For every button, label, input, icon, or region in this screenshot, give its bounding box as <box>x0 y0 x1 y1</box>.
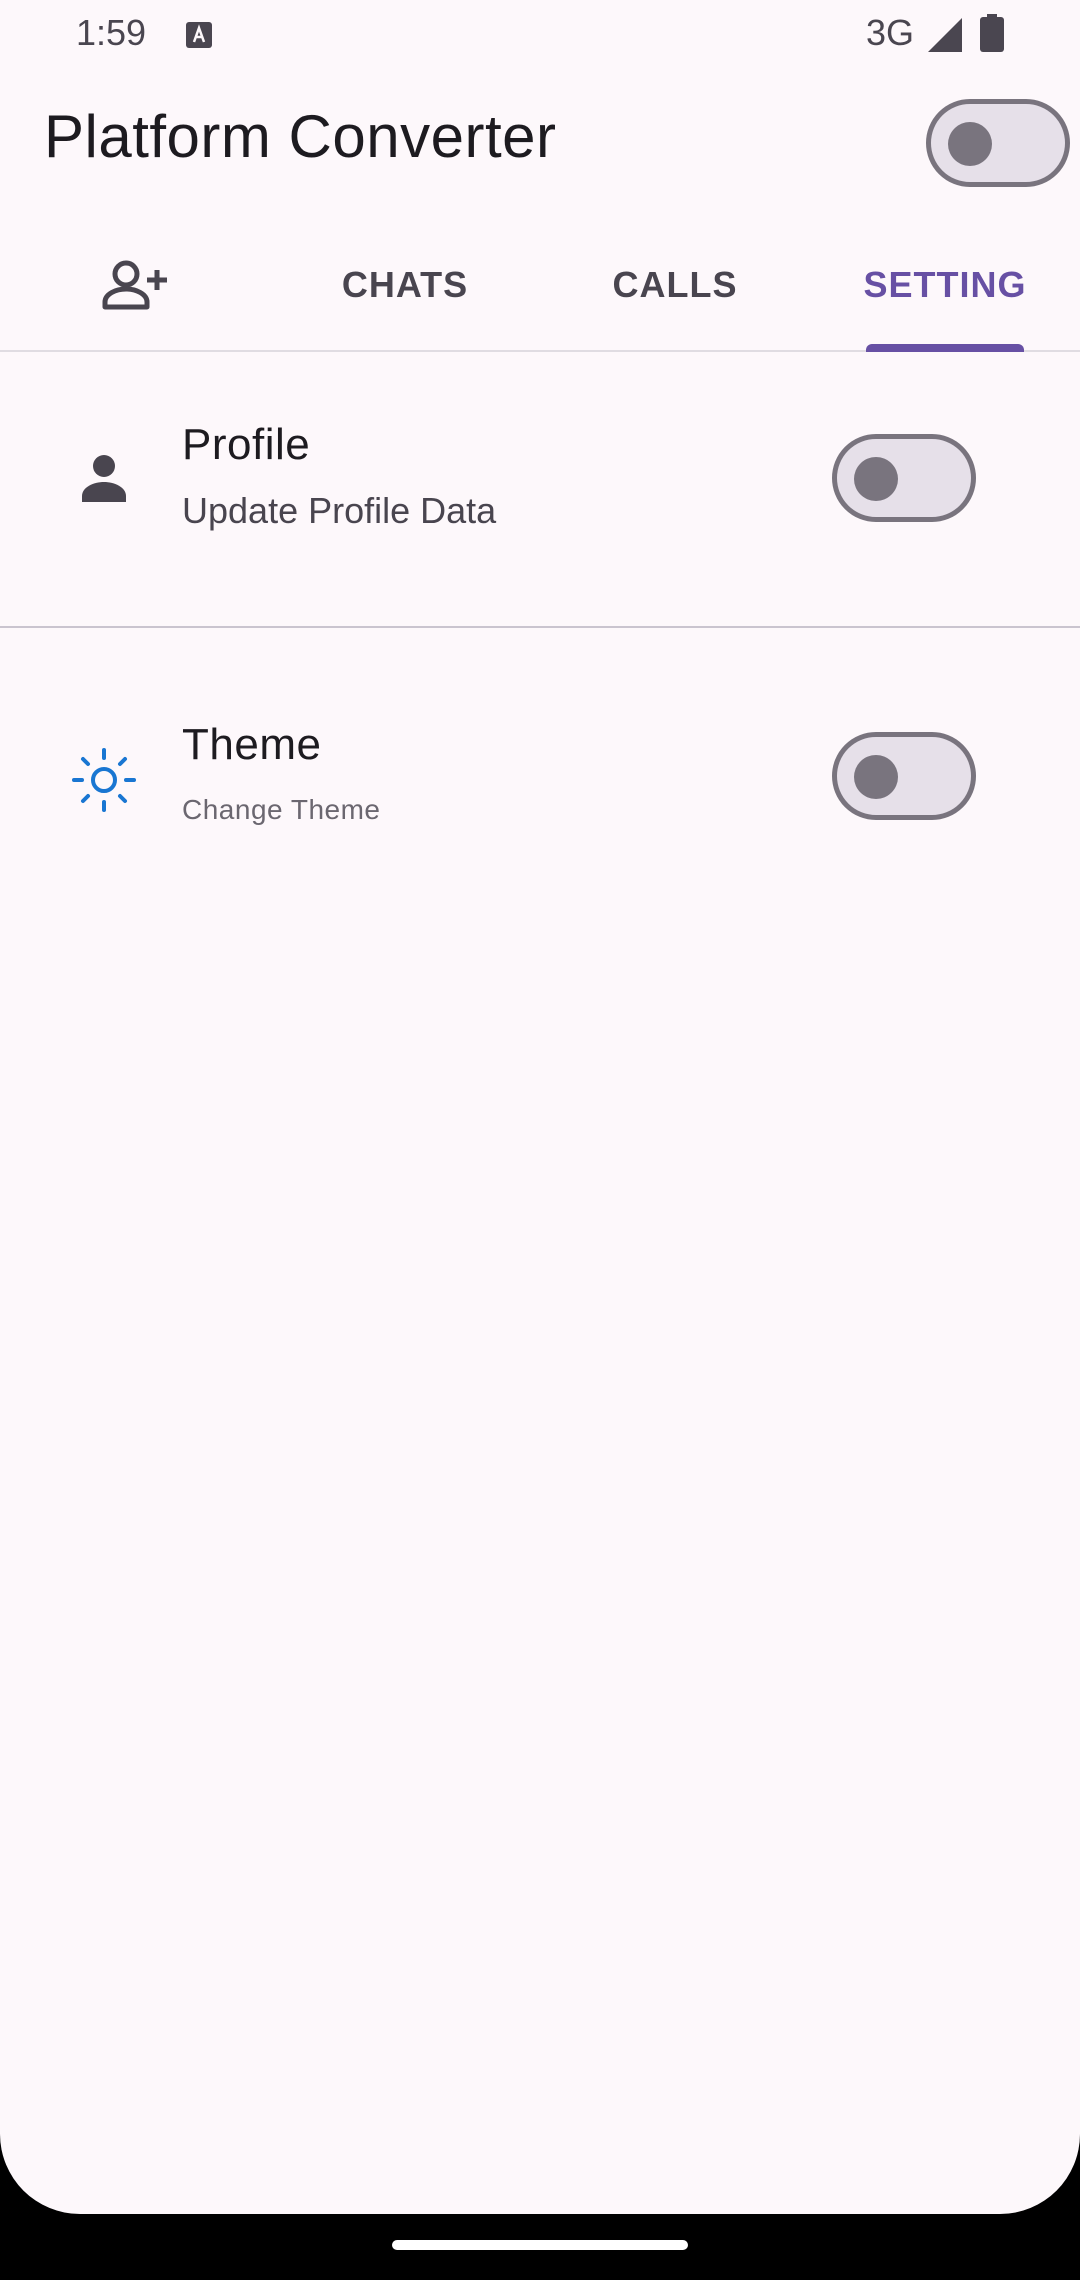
theme-title: Theme <box>182 720 322 769</box>
settings-item-theme[interactable]: Theme Change Theme <box>0 628 1080 928</box>
app-screen: 1:59 3G Platform Converter CHATS CALLS S… <box>0 0 1080 2214</box>
app-title: Platform Converter <box>44 103 557 170</box>
sun-icon <box>72 748 136 812</box>
theme-subtitle: Change Theme <box>182 794 381 825</box>
tab-bar: CHATS CALLS SETTING <box>0 220 1080 352</box>
text-a-icon <box>186 22 212 48</box>
status-bar: 1:59 3G <box>0 0 1080 70</box>
network-type: 3G <box>866 12 915 53</box>
switch-knob <box>948 122 992 166</box>
profile-title: Profile <box>182 420 311 469</box>
profile-subtitle: Update Profile Data <box>182 490 497 531</box>
appbar-toggle-switch[interactable] <box>926 99 1070 187</box>
tab-setting[interactable]: SETTING <box>810 220 1080 350</box>
theme-toggle-switch[interactable] <box>832 732 976 820</box>
profile-toggle-switch[interactable] <box>832 434 976 522</box>
add-person-icon <box>102 260 167 310</box>
tab-chats[interactable]: CHATS <box>270 220 540 350</box>
tab-add-contact[interactable] <box>0 220 270 350</box>
gesture-handle[interactable] <box>392 2240 688 2250</box>
status-time: 1:59 <box>76 12 147 53</box>
settings-item-profile[interactable]: Profile Update Profile Data <box>0 350 1080 628</box>
signal-icon <box>928 18 962 52</box>
switch-knob <box>854 457 898 501</box>
person-icon <box>82 455 126 502</box>
battery-icon <box>980 14 1004 52</box>
tab-calls[interactable]: CALLS <box>540 220 810 350</box>
switch-knob <box>854 755 898 799</box>
